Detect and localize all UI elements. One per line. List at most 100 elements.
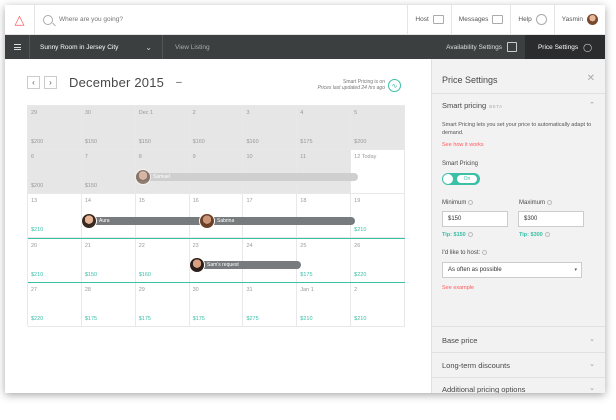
calendar-icon	[507, 42, 517, 52]
base-price-section[interactable]: Base price	[442, 336, 477, 345]
calendar-day[interactable]: 30 $175	[189, 283, 244, 327]
nav-help[interactable]: Help	[510, 5, 553, 35]
calendar-day[interactable]: 3 $160	[243, 106, 298, 150]
search-bar[interactable]	[35, 5, 407, 35]
calendar-day[interactable]: 13 $210	[28, 194, 82, 238]
calendar-day[interactable]: 12 Today	[351, 150, 406, 194]
info-icon[interactable]	[467, 232, 473, 238]
chevron-down-icon[interactable]: ⌄	[589, 360, 595, 368]
calendar-day[interactable]: 11	[297, 150, 352, 194]
smart-pricing-toggle[interactable]: On	[442, 173, 480, 185]
search-input[interactable]	[59, 16, 259, 23]
calendar-day[interactable]: 17	[243, 194, 298, 238]
calendar-day[interactable]: 30 $150	[81, 106, 136, 150]
smart-pricing-status: Smart Pricing is on Prices last updated …	[295, 79, 385, 91]
day-number: 5	[354, 110, 358, 116]
calendar-day[interactable]: 2 $160	[189, 106, 244, 150]
calendar-day[interactable]: 25 $175	[297, 239, 352, 283]
smart-pricing-header[interactable]: Smart pricing BETA	[442, 101, 503, 110]
day-number: 19	[354, 198, 361, 204]
day-number: 14	[84, 198, 91, 204]
calendar-week: 29 $200 30 $150 Dec 1 $150 2 $160 3 $160 4 $175 5 $20…	[28, 106, 406, 150]
day-price: $175	[84, 316, 98, 322]
see-example-link[interactable]: See example	[442, 285, 474, 291]
airbnb-logo-icon[interactable]: △	[5, 5, 35, 35]
help-icon	[535, 14, 547, 25]
day-number: 28	[84, 287, 91, 293]
calendar-day[interactable]: 26 $220	[351, 239, 406, 283]
calendar-day[interactable]: 6 $200	[28, 150, 82, 194]
calendar-day[interactable]: 18	[297, 194, 352, 238]
search-icon	[43, 14, 53, 25]
info-icon[interactable]	[547, 200, 553, 205]
chevron-down-icon[interactable]: ⌄	[589, 335, 595, 343]
menu-icon[interactable]	[5, 35, 29, 59]
next-month-button[interactable]: ›	[44, 76, 57, 89]
calendar-day[interactable]: 16	[189, 194, 244, 238]
calendar-day[interactable]: 4 $175	[297, 106, 352, 150]
chevron-up-icon[interactable]: ⌃	[589, 101, 595, 109]
day-number: 27	[31, 287, 38, 293]
calendar-day[interactable]: 27 $220	[28, 283, 82, 327]
day-number: 26	[354, 243, 361, 249]
month-title: December 2015	[69, 75, 165, 90]
day-price: $200	[31, 183, 44, 189]
see-how-link[interactable]: See how it works	[442, 142, 484, 148]
price-settings-button[interactable]: Price Settings ◯	[525, 35, 605, 59]
minimum-price-input[interactable]: $150	[442, 211, 508, 227]
day-price: $210	[31, 272, 44, 278]
smart-pricing-icon[interactable]: ∿	[388, 79, 401, 92]
day-number: 9	[192, 154, 196, 160]
info-icon[interactable]	[482, 250, 488, 255]
info-icon[interactable]	[468, 200, 474, 205]
divider	[432, 377, 605, 378]
nav-user[interactable]: Yasmin	[553, 5, 605, 35]
chevron-down-icon: ▾	[574, 267, 577, 273]
calendar-day[interactable]: 29 $200	[28, 106, 82, 150]
day-number: 17	[246, 198, 253, 204]
day-price: $160	[246, 139, 259, 145]
host-frequency-select[interactable]: As often as possible ▾	[442, 262, 582, 278]
nav-messages-label: Messages	[458, 16, 489, 23]
view-listing-link[interactable]: View Listing	[163, 44, 438, 51]
user-name: Yasmin	[561, 16, 583, 23]
calendar-day[interactable]: 22 $160	[135, 239, 190, 283]
nav-messages[interactable]: Messages	[450, 5, 511, 35]
calendar-day[interactable]: 20 $210	[28, 239, 82, 283]
day-price: $175	[300, 272, 313, 278]
calendar-day[interactable]: 19 $210	[351, 194, 406, 238]
room-selector[interactable]: Sunny Room in Jersey City ⌄	[29, 35, 163, 59]
calendar-day[interactable]: 29 $175	[135, 283, 190, 327]
beta-badge: BETA	[489, 104, 503, 109]
calendar-day[interactable]: 31 $275	[243, 283, 298, 327]
calendar-day[interactable]: 28 $175	[81, 283, 136, 327]
calendar-day[interactable]: 21 $150	[81, 239, 136, 283]
info-icon[interactable]	[544, 232, 550, 238]
nav-host[interactable]: Host	[407, 5, 450, 35]
availability-settings-button[interactable]: Availability Settings	[438, 35, 525, 59]
month-dropdown-icon[interactable]: –	[176, 77, 182, 88]
calendar-day[interactable]: Dec 1 $150	[135, 106, 190, 150]
long-term-discounts-section[interactable]: Long-term discounts	[442, 361, 510, 370]
calendar-day[interactable]: 5 $200	[351, 106, 406, 150]
calendar-day[interactable]: Jan 1 $210	[297, 283, 352, 327]
reservation-sabrina[interactable]: Sabrina	[199, 213, 355, 229]
calendar-day[interactable]: 10	[243, 150, 298, 194]
reservation-samuel[interactable]: Samuel	[135, 169, 358, 185]
day-number: 18	[300, 198, 307, 204]
calendar-day[interactable]: 7 $150	[81, 150, 136, 194]
reservation-sam-request[interactable]: Sam's request	[189, 257, 301, 273]
close-icon[interactable]: ✕	[587, 73, 595, 84]
calendar-day[interactable]: 15	[135, 194, 190, 238]
additional-pricing-section[interactable]: Additional pricing options	[442, 385, 525, 393]
avatar	[587, 14, 598, 25]
calendar-day[interactable]: 2 $210	[351, 283, 406, 327]
maximum-price-input[interactable]: $300	[518, 211, 584, 227]
calendar-week: 20 $210 21 $150 22 $160 23 24 25 $175 26 $220	[28, 238, 406, 283]
chevron-down-icon[interactable]: ⌄	[589, 384, 595, 392]
nav-host-label: Host	[415, 16, 429, 23]
reservation-aura[interactable]: Aura	[81, 213, 203, 229]
prev-month-button[interactable]: ‹	[27, 76, 40, 89]
calendar-day[interactable]: 9	[189, 150, 244, 194]
guest-avatar	[81, 213, 97, 229]
